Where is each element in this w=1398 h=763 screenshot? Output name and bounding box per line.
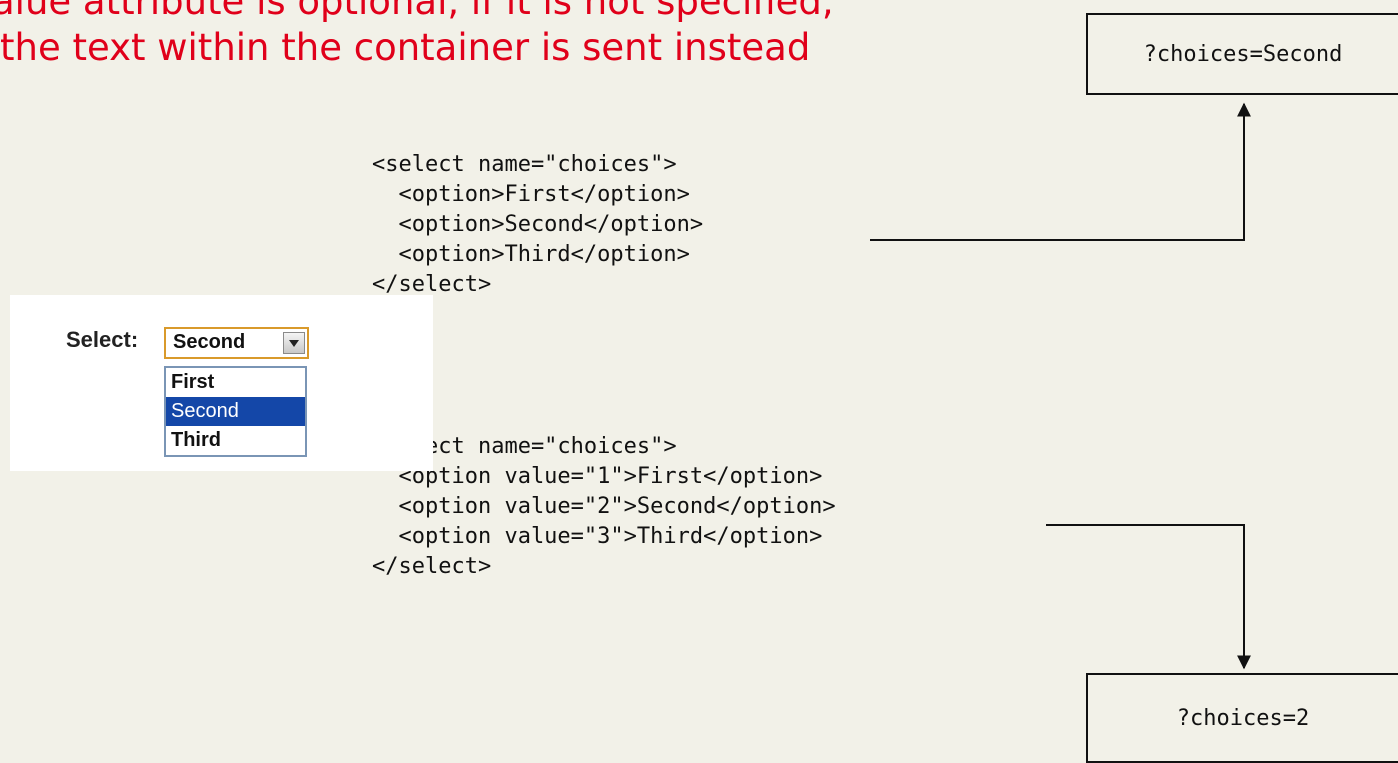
query-string: ?choices=Second bbox=[1143, 41, 1343, 67]
arrow-to-result-2 bbox=[1046, 524, 1251, 670]
query-result-box-1: ?choices=Second bbox=[1086, 13, 1398, 95]
code-line: <option>Third</option> bbox=[372, 242, 690, 267]
select-option[interactable]: Second bbox=[166, 397, 305, 426]
select-dropdown[interactable]: Second bbox=[164, 327, 309, 359]
select-options-list: First Second Third bbox=[164, 366, 307, 457]
code-line: <option>First</option> bbox=[372, 182, 690, 207]
query-string: ?choices=2 bbox=[1176, 705, 1310, 731]
arrow-to-result-1 bbox=[870, 102, 1251, 241]
select-current-value: Second bbox=[173, 331, 246, 353]
select-option[interactable]: First bbox=[166, 368, 305, 397]
triangle-down-icon[interactable] bbox=[283, 332, 305, 354]
code-line: <option value="2">Second</option> bbox=[372, 494, 836, 519]
code-line: <select name="choices"> bbox=[372, 152, 677, 177]
code-line: <option value="1">First</option> bbox=[372, 464, 823, 489]
select-option[interactable]: Third bbox=[166, 426, 305, 455]
code-line: </select> bbox=[372, 554, 492, 579]
code-block-no-value: <select name="choices"> <option>First</o… bbox=[372, 150, 703, 300]
code-line: <option value="3">Third</option> bbox=[372, 524, 823, 549]
query-result-box-2: ?choices=2 bbox=[1086, 673, 1398, 763]
select-demo-panel: Select: Second First Second Third bbox=[10, 295, 433, 471]
code-block-with-value: <select name="choices"> <option value="1… bbox=[372, 432, 836, 582]
code-line: <option>Second</option> bbox=[372, 212, 704, 237]
code-line: </select> bbox=[372, 272, 492, 297]
select-label: Select: bbox=[66, 327, 139, 352]
